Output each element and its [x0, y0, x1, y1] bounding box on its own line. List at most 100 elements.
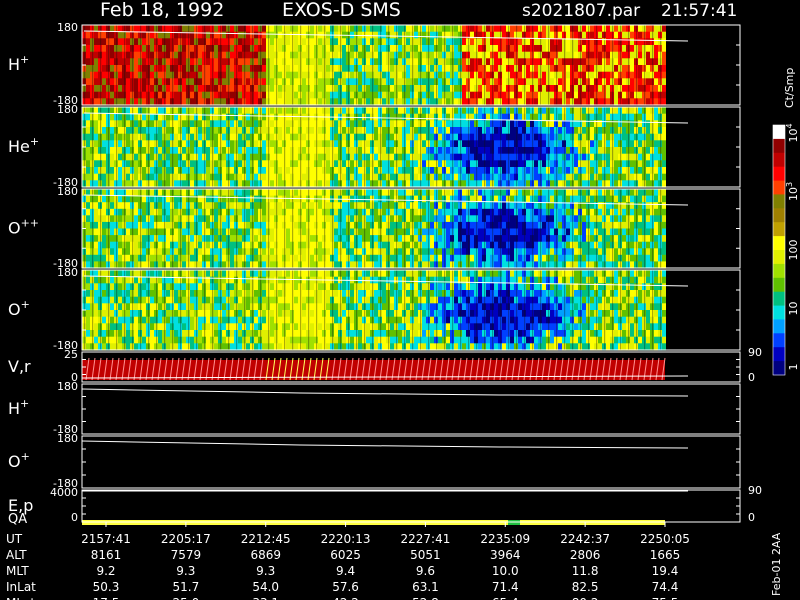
- spectrogram-cell: [286, 51, 290, 59]
- spectrogram-cell: [438, 65, 442, 73]
- spectrogram-cell: [102, 78, 106, 86]
- spectrogram-cell: [318, 71, 322, 79]
- spectrogram-cell: [406, 127, 410, 135]
- spectrogram-cell: [326, 107, 330, 115]
- spectrogram-cell: [198, 107, 202, 115]
- spectrogram-cell: [494, 133, 498, 141]
- spectrogram-cell: [398, 215, 402, 223]
- spectrogram-cell: [422, 133, 426, 141]
- spectrogram-cell: [318, 221, 322, 230]
- spectrogram-cell: [150, 107, 154, 115]
- spectrogram-cell: [190, 235, 194, 243]
- spectrogram-cell: [262, 120, 266, 128]
- spectrogram-cell: [614, 91, 618, 99]
- spectrogram-cell: [494, 173, 498, 181]
- scan-gap: [316, 25, 318, 105]
- spectrogram-cell: [174, 189, 178, 197]
- spectrogram-cell: [494, 167, 498, 175]
- spectrogram-cell: [222, 173, 226, 181]
- spectrogram-cell: [630, 85, 634, 93]
- spectrogram-cell: [390, 85, 394, 93]
- spectrogram-cell: [214, 189, 218, 197]
- spectrogram-cell: [318, 45, 322, 53]
- spectrogram-cell: [614, 45, 618, 53]
- spectrogram-cell: [534, 160, 538, 168]
- spectrogram-cell: [302, 58, 306, 66]
- spectrogram-cell: [558, 160, 562, 168]
- spectrogram-cell: [558, 85, 562, 93]
- spectrogram-cell: [406, 85, 410, 93]
- spectrogram-cell: [406, 133, 410, 141]
- header-time: 21:57:41: [661, 1, 737, 21]
- spectrogram-cell: [438, 45, 442, 53]
- spectrogram-cell: [486, 91, 490, 99]
- spectrogram-cell: [102, 38, 106, 46]
- spectrogram-cell: [350, 78, 354, 86]
- spectrogram-cell: [134, 91, 138, 99]
- spectrogram-cell: [406, 167, 410, 175]
- spectrogram-cell: [534, 107, 538, 115]
- spectrogram-cell: [486, 51, 490, 59]
- spectrogram-cell: [494, 71, 498, 79]
- scan-gap: [620, 25, 622, 105]
- spectrogram-cell: [374, 228, 378, 236]
- spectrogram-cell: [238, 58, 242, 66]
- spectrogram-cell: [310, 51, 314, 59]
- spectrogram-cell: [606, 140, 610, 148]
- spectrogram-cell: [174, 221, 178, 230]
- spectrogram-cell: [398, 147, 402, 155]
- spectrogram-cell: [246, 202, 250, 210]
- spectrogram-cell: [350, 202, 354, 210]
- spectrogram-cell: [398, 173, 402, 181]
- spectrogram-cell: [134, 160, 138, 168]
- spectrogram-cell: [350, 235, 354, 243]
- spectrogram-cell: [470, 71, 474, 79]
- scan-gap: [596, 107, 598, 187]
- spectrogram-cell: [294, 167, 298, 175]
- spectrogram-cell: [342, 189, 346, 197]
- spectrogram-cell: [174, 45, 178, 53]
- spectrogram-cell: [230, 189, 234, 197]
- spectrogram-cell: [110, 173, 114, 181]
- spectrogram-cell: [374, 215, 378, 223]
- spectrogram-cell: [286, 208, 290, 216]
- spectrogram-cell: [398, 107, 402, 115]
- spectrogram-cell: [398, 153, 402, 161]
- spectrogram-cell: [254, 160, 258, 168]
- spectrogram-cell: [134, 51, 138, 59]
- scan-gap: [284, 25, 286, 105]
- scan-gap: [156, 25, 158, 105]
- spectrogram-cell: [254, 153, 258, 161]
- spectrogram-cell: [390, 65, 394, 73]
- spectrogram-cell: [414, 45, 418, 53]
- spectrogram-cell: [390, 202, 394, 210]
- spectrogram-cell: [246, 45, 250, 53]
- spectrogram-cell: [350, 58, 354, 66]
- spectrogram-cell: [182, 127, 186, 135]
- spectrogram-cell: [398, 235, 402, 243]
- spectrogram-cell: [86, 167, 90, 175]
- spectrogram-cell: [430, 25, 434, 33]
- spectrogram-cell: [182, 133, 186, 141]
- spectrogram-cell: [118, 85, 122, 93]
- spectrogram-cell: [182, 173, 186, 181]
- spectrogram-cell: [630, 51, 634, 59]
- spectrogram-cell: [198, 127, 202, 135]
- spectrogram-cell: [190, 202, 194, 210]
- spectrogram-cell: [462, 120, 466, 128]
- spectrogram-cell: [174, 254, 178, 262]
- spectrogram-cell: [166, 254, 170, 262]
- spectrogram-cell: [222, 153, 226, 161]
- spectrogram-cell: [462, 45, 466, 53]
- spectrogram-cell: [422, 51, 426, 59]
- spectrogram-cell: [262, 140, 266, 148]
- spectrogram-cell: [430, 31, 434, 39]
- scan-gap: [564, 107, 566, 187]
- spectrogram-cell: [374, 45, 378, 53]
- spectrogram-cell: [486, 45, 490, 53]
- spectrogram-cell: [182, 228, 186, 236]
- spectrogram-cell: [286, 25, 290, 33]
- spectrogram-cell: [142, 71, 146, 79]
- spectrogram-cell: [478, 254, 482, 262]
- spectrogram-cell: [254, 91, 258, 99]
